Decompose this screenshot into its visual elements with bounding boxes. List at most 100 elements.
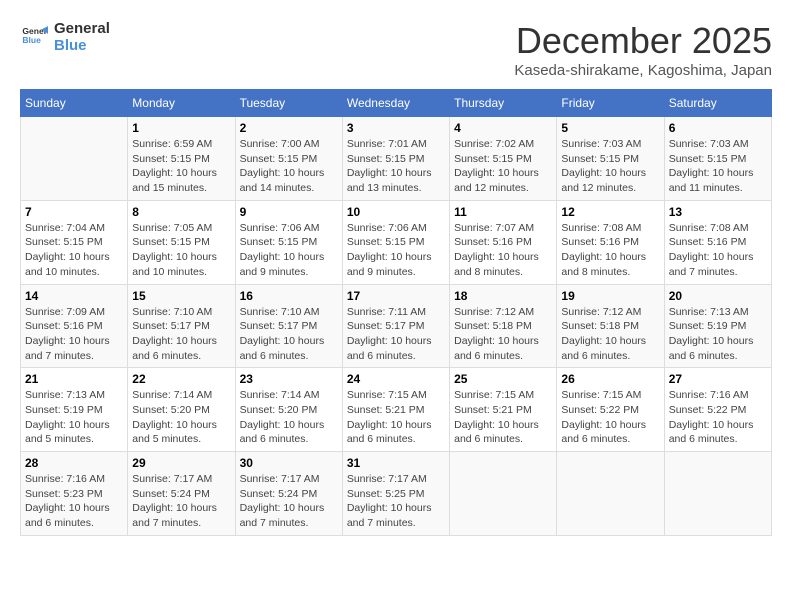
day-number: 19 xyxy=(561,289,659,303)
day-number: 1 xyxy=(132,121,230,135)
day-number: 22 xyxy=(132,372,230,386)
weekday-header-friday: Friday xyxy=(557,90,664,117)
calendar-week-row: 1 Sunrise: 6:59 AMSunset: 5:15 PMDaylight… xyxy=(21,117,772,201)
day-info: Sunrise: 7:07 AMSunset: 5:16 PMDaylight:… xyxy=(454,221,552,280)
day-info: Sunrise: 7:17 AMSunset: 5:24 PMDaylight:… xyxy=(132,472,230,531)
calendar-cell: 12 Sunrise: 7:08 AMSunset: 5:16 PMDayligh… xyxy=(557,200,664,284)
weekday-header-monday: Monday xyxy=(128,90,235,117)
day-number: 3 xyxy=(347,121,445,135)
logo-line2: Blue xyxy=(54,37,110,54)
day-info: Sunrise: 6:59 AMSunset: 5:15 PMDaylight:… xyxy=(132,137,230,196)
day-info: Sunrise: 7:06 AMSunset: 5:15 PMDaylight:… xyxy=(347,221,445,280)
svg-text:Blue: Blue xyxy=(22,35,41,45)
day-number: 14 xyxy=(25,289,123,303)
day-info: Sunrise: 7:13 AMSunset: 5:19 PMDaylight:… xyxy=(25,388,123,447)
day-info: Sunrise: 7:01 AMSunset: 5:15 PMDaylight:… xyxy=(347,137,445,196)
logo-icon: General Blue xyxy=(20,23,48,51)
day-info: Sunrise: 7:17 AMSunset: 5:24 PMDaylight:… xyxy=(240,472,338,531)
day-number: 25 xyxy=(454,372,552,386)
calendar-cell: 23 Sunrise: 7:14 AMSunset: 5:20 PMDayligh… xyxy=(235,368,342,452)
day-number: 27 xyxy=(669,372,767,386)
calendar-cell: 17 Sunrise: 7:11 AMSunset: 5:17 PMDayligh… xyxy=(342,284,449,368)
calendar-cell xyxy=(664,452,771,536)
calendar-cell: 4 Sunrise: 7:02 AMSunset: 5:15 PMDaylight… xyxy=(450,117,557,201)
header-right: December 2025 Kaseda-shirakame, Kagoshim… xyxy=(514,20,772,79)
day-info: Sunrise: 7:15 AMSunset: 5:22 PMDaylight:… xyxy=(561,388,659,447)
calendar-cell: 9 Sunrise: 7:06 AMSunset: 5:15 PMDaylight… xyxy=(235,200,342,284)
weekday-header-row: SundayMondayTuesdayWednesdayThursdayFrid… xyxy=(21,90,772,117)
calendar-cell: 8Sunrise: 7:05 AMSunset: 5:15 PMDaylight… xyxy=(128,200,235,284)
day-info: Sunrise: 7:06 AMSunset: 5:15 PMDaylight:… xyxy=(240,221,338,280)
calendar-cell: 2 Sunrise: 7:00 AMSunset: 5:15 PMDaylight… xyxy=(235,117,342,201)
day-number: 30 xyxy=(240,456,338,470)
calendar-cell: 13Sunrise: 7:08 AMSunset: 5:16 PMDayligh… xyxy=(664,200,771,284)
weekday-header-tuesday: Tuesday xyxy=(235,90,342,117)
day-info: Sunrise: 7:16 AMSunset: 5:22 PMDaylight:… xyxy=(669,388,767,447)
calendar-cell: 3 Sunrise: 7:01 AMSunset: 5:15 PMDaylight… xyxy=(342,117,449,201)
day-number: 11 xyxy=(454,205,552,219)
day-info: Sunrise: 7:14 AMSunset: 5:20 PMDaylight:… xyxy=(240,388,338,447)
day-number: 9 xyxy=(240,205,338,219)
day-info: Sunrise: 7:00 AMSunset: 5:15 PMDaylight:… xyxy=(240,137,338,196)
calendar-week-row: 28Sunrise: 7:16 AMSunset: 5:23 PMDayligh… xyxy=(21,452,772,536)
day-number: 18 xyxy=(454,289,552,303)
calendar-cell: 20Sunrise: 7:13 AMSunset: 5:19 PMDayligh… xyxy=(664,284,771,368)
weekday-header-sunday: Sunday xyxy=(21,90,128,117)
day-info: Sunrise: 7:04 AMSunset: 5:15 PMDaylight:… xyxy=(25,221,123,280)
calendar-table: SundayMondayTuesdayWednesdayThursdayFrid… xyxy=(20,89,772,536)
day-number: 21 xyxy=(25,372,123,386)
day-info: Sunrise: 7:10 AMSunset: 5:17 PMDaylight:… xyxy=(132,305,230,364)
day-info: Sunrise: 7:12 AMSunset: 5:18 PMDaylight:… xyxy=(561,305,659,364)
day-info: Sunrise: 7:08 AMSunset: 5:16 PMDaylight:… xyxy=(561,221,659,280)
weekday-header-saturday: Saturday xyxy=(664,90,771,117)
calendar-week-row: 7 Sunrise: 7:04 AMSunset: 5:15 PMDaylight… xyxy=(21,200,772,284)
calendar-cell: 30 Sunrise: 7:17 AMSunset: 5:24 PMDayligh… xyxy=(235,452,342,536)
calendar-cell: 16 Sunrise: 7:10 AMSunset: 5:17 PMDayligh… xyxy=(235,284,342,368)
location: Kaseda-shirakame, Kagoshima, Japan xyxy=(514,62,772,79)
calendar-cell: 11 Sunrise: 7:07 AMSunset: 5:16 PMDayligh… xyxy=(450,200,557,284)
day-number: 16 xyxy=(240,289,338,303)
day-number: 23 xyxy=(240,372,338,386)
calendar-cell: 27 Sunrise: 7:16 AMSunset: 5:22 PMDayligh… xyxy=(664,368,771,452)
calendar-cell: 10 Sunrise: 7:06 AMSunset: 5:15 PMDayligh… xyxy=(342,200,449,284)
calendar-cell: 5Sunrise: 7:03 AMSunset: 5:15 PMDaylight… xyxy=(557,117,664,201)
day-info: Sunrise: 7:10 AMSunset: 5:17 PMDaylight:… xyxy=(240,305,338,364)
day-info: Sunrise: 7:14 AMSunset: 5:20 PMDaylight:… xyxy=(132,388,230,447)
calendar-cell: 14Sunrise: 7:09 AMSunset: 5:16 PMDayligh… xyxy=(21,284,128,368)
calendar-cell xyxy=(21,117,128,201)
day-info: Sunrise: 7:15 AMSunset: 5:21 PMDaylight:… xyxy=(347,388,445,447)
day-number: 15 xyxy=(132,289,230,303)
day-info: Sunrise: 7:15 AMSunset: 5:21 PMDaylight:… xyxy=(454,388,552,447)
day-info: Sunrise: 7:02 AMSunset: 5:15 PMDaylight:… xyxy=(454,137,552,196)
day-number: 2 xyxy=(240,121,338,135)
day-number: 4 xyxy=(454,121,552,135)
calendar-cell: 1 Sunrise: 6:59 AMSunset: 5:15 PMDaylight… xyxy=(128,117,235,201)
day-number: 6 xyxy=(669,121,767,135)
calendar-week-row: 14Sunrise: 7:09 AMSunset: 5:16 PMDayligh… xyxy=(21,284,772,368)
day-number: 24 xyxy=(347,372,445,386)
day-info: Sunrise: 7:08 AMSunset: 5:16 PMDaylight:… xyxy=(669,221,767,280)
day-number: 20 xyxy=(669,289,767,303)
calendar-cell: 24 Sunrise: 7:15 AMSunset: 5:21 PMDayligh… xyxy=(342,368,449,452)
day-info: Sunrise: 7:03 AMSunset: 5:15 PMDaylight:… xyxy=(669,137,767,196)
day-number: 12 xyxy=(561,205,659,219)
day-info: Sunrise: 7:03 AMSunset: 5:15 PMDaylight:… xyxy=(561,137,659,196)
day-info: Sunrise: 7:11 AMSunset: 5:17 PMDaylight:… xyxy=(347,305,445,364)
day-number: 8 xyxy=(132,205,230,219)
month-title: December 2025 xyxy=(514,20,772,62)
calendar-cell: 15 Sunrise: 7:10 AMSunset: 5:17 PMDayligh… xyxy=(128,284,235,368)
page-header: General Blue General Blue December 2025 … xyxy=(20,20,772,79)
day-number: 7 xyxy=(25,205,123,219)
calendar-cell: 31Sunrise: 7:17 AMSunset: 5:25 PMDayligh… xyxy=(342,452,449,536)
calendar-cell: 22 Sunrise: 7:14 AMSunset: 5:20 PMDayligh… xyxy=(128,368,235,452)
logo: General Blue General Blue xyxy=(20,20,110,54)
day-number: 17 xyxy=(347,289,445,303)
calendar-cell: 21 Sunrise: 7:13 AMSunset: 5:19 PMDayligh… xyxy=(21,368,128,452)
calendar-cell xyxy=(557,452,664,536)
day-number: 10 xyxy=(347,205,445,219)
calendar-cell: 26Sunrise: 7:15 AMSunset: 5:22 PMDayligh… xyxy=(557,368,664,452)
calendar-cell: 6 Sunrise: 7:03 AMSunset: 5:15 PMDaylight… xyxy=(664,117,771,201)
day-info: Sunrise: 7:12 AMSunset: 5:18 PMDaylight:… xyxy=(454,305,552,364)
day-number: 28 xyxy=(25,456,123,470)
day-number: 31 xyxy=(347,456,445,470)
